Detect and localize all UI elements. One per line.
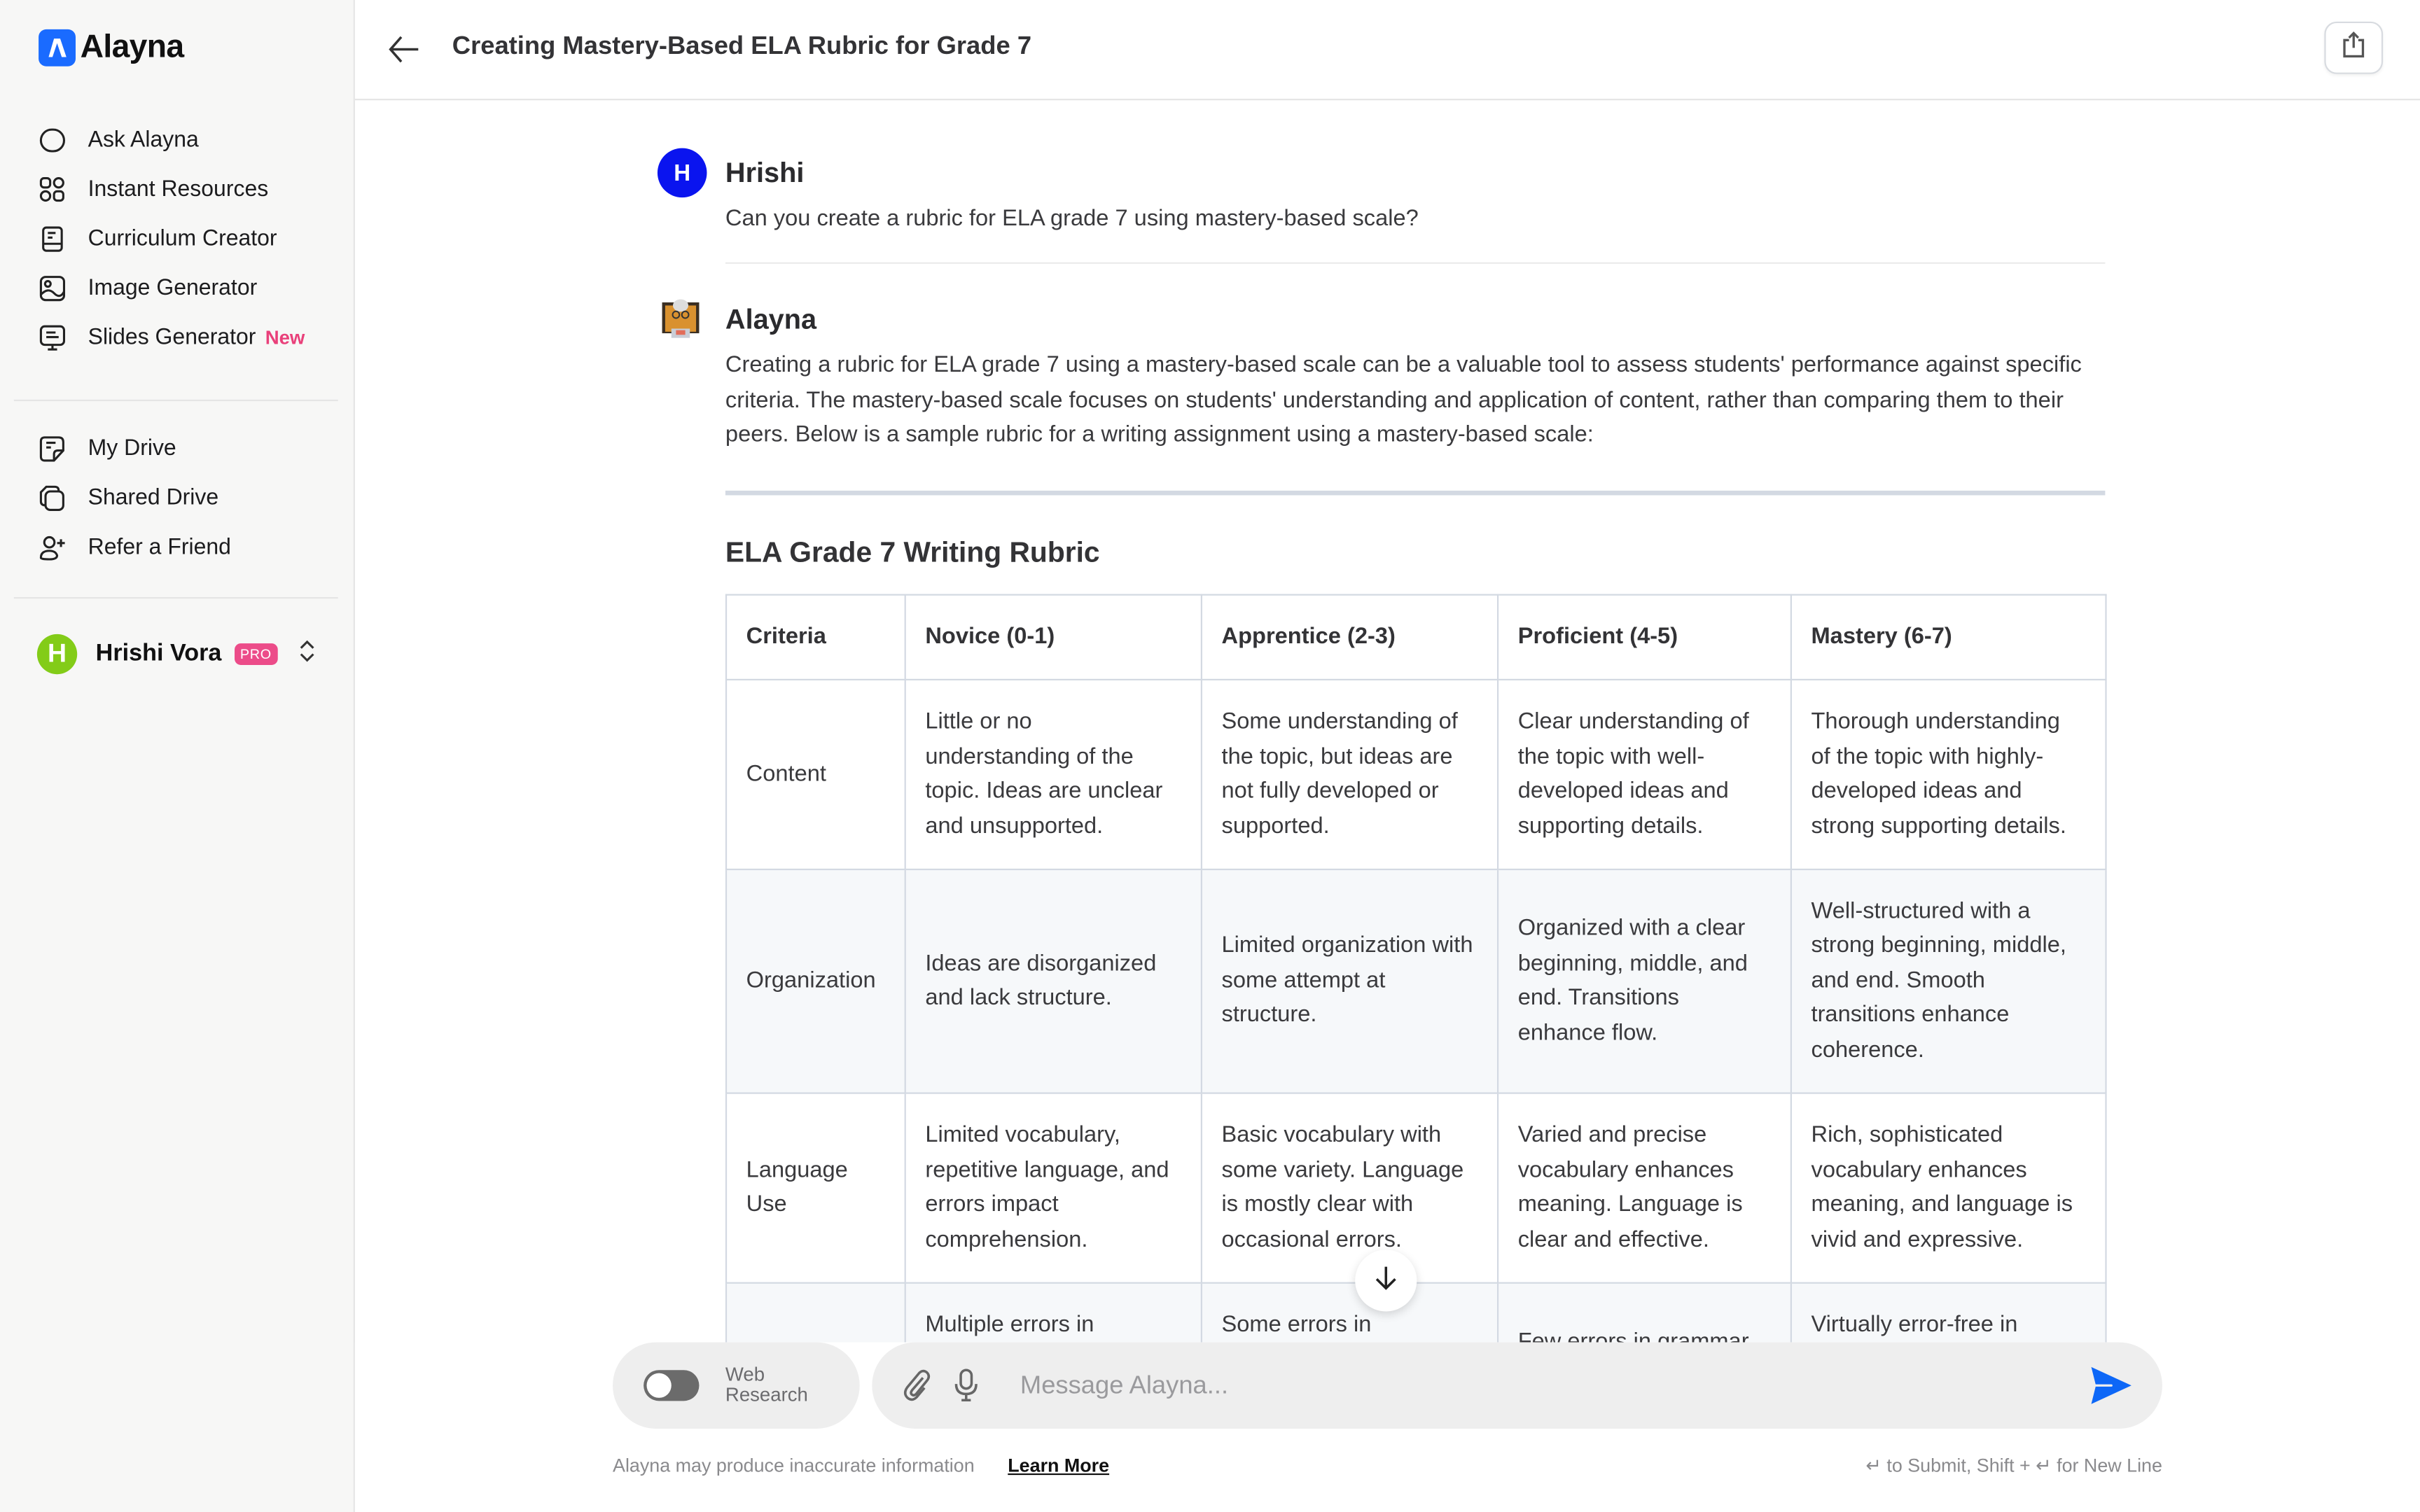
- sidebar: Alayna Ask Alayna Instant Resources Curr…: [0, 0, 355, 1512]
- app-logo[interactable]: Alayna: [39, 29, 185, 66]
- message-input[interactable]: [1017, 1369, 2089, 1402]
- rubric-title: ELA Grade 7 Writing Rubric: [725, 535, 1100, 568]
- sidebar-item-shared-drive[interactable]: Shared Drive: [37, 474, 331, 524]
- sidebar-item-label: Shared Drive: [88, 486, 219, 511]
- sidebar-divider: [13, 399, 338, 402]
- sidebar-item-my-drive[interactable]: My Drive: [37, 424, 331, 474]
- chat-bubble-icon: [37, 125, 68, 156]
- table-cell: Organization: [724, 868, 905, 1094]
- sidebar-item-label: Slides Generator: [88, 326, 256, 351]
- sidebar-item-instant-resources[interactable]: Instant Resources: [37, 165, 331, 215]
- column-header: Apprentice (2-3): [1199, 594, 1498, 681]
- table-header-row: Criteria Novice (0-1) Apprentice (2-3) P…: [724, 594, 2106, 681]
- table-cell: Varied and precise vocabulary enhances m…: [1496, 1092, 1791, 1284]
- book-icon: [37, 224, 68, 255]
- sidebar-divider: [13, 596, 338, 599]
- learn-more-link[interactable]: Learn More: [1008, 1455, 1109, 1476]
- table-cell: Well-structured with a strong beginning,…: [1789, 868, 2106, 1094]
- table-cell: Little or no understanding of the topic.…: [903, 678, 1202, 871]
- note-icon: [37, 433, 68, 464]
- web-research-label-line: Research: [725, 1384, 808, 1406]
- sidebar-item-label: Curriculum Creator: [88, 227, 277, 252]
- user-name: Hrishi Vora: [95, 640, 222, 667]
- sidebar-item-label: My Drive: [88, 436, 176, 462]
- assistant-message-header: Alayna: [659, 296, 816, 342]
- table-cell: Limited organization with some attempt a…: [1199, 868, 1498, 1094]
- page-title: Creating Mastery-Based ELA Rubric for Gr…: [452, 32, 1032, 60]
- chat-header: Creating Mastery-Based ELA Rubric for Gr…: [354, 0, 2420, 101]
- table-row: Organization Ideas are disorganized and …: [724, 868, 2106, 1094]
- rubric-table: Criteria Novice (0-1) Apprentice (2-3) P…: [724, 594, 2106, 1474]
- send-button[interactable]: [2088, 1362, 2134, 1408]
- sender-name: Hrishi: [725, 156, 805, 188]
- horizontal-rule: [725, 490, 2106, 496]
- sidebar-item-label: Refer a Friend: [88, 535, 231, 561]
- arrow-down-icon: [1372, 1263, 1400, 1298]
- table-cell: Basic vocabulary with some variety. Lang…: [1199, 1092, 1498, 1284]
- pro-badge: PRO: [234, 643, 278, 665]
- user-menu[interactable]: H Hrishi Vora PRO: [36, 634, 331, 675]
- primary-nav: Ask Alayna Instant Resources Curriculum …: [37, 115, 331, 363]
- new-badge: New: [265, 327, 305, 349]
- sender-name: Alayna: [725, 303, 817, 335]
- sidebar-item-curriculum-creator[interactable]: Curriculum Creator: [37, 214, 331, 264]
- share-icon: [2342, 30, 2366, 66]
- alayna-logo-icon: [39, 29, 76, 66]
- sidebar-item-refer-a-friend[interactable]: Refer a Friend: [37, 523, 331, 573]
- column-header: Mastery (6-7): [1789, 594, 2106, 681]
- microphone-icon[interactable]: [950, 1368, 983, 1402]
- web-research-toggle[interactable]: [644, 1370, 700, 1401]
- user-avatar: H: [657, 148, 707, 198]
- paperclip-icon[interactable]: [900, 1368, 933, 1402]
- sidebar-item-label: Image Generator: [88, 276, 258, 301]
- assistant-intro-text: Creating a rubric for ELA grade 7 using …: [725, 353, 2082, 448]
- user-message-text: Can you create a rubric for ELA grade 7 …: [725, 206, 1419, 232]
- message-composer: [872, 1342, 2162, 1429]
- alayna-avatar-icon: [659, 296, 705, 342]
- table-cell: Thorough understanding of the topic with…: [1789, 678, 2106, 871]
- web-research-toggle-group: Web Research: [613, 1342, 860, 1429]
- table-cell: Rich, sophisticated vocabulary enhances …: [1789, 1092, 2106, 1284]
- disclaimer-text: Alayna may produce inaccurate informatio…: [613, 1455, 975, 1477]
- table-cell: Clear understanding of the topic with we…: [1496, 678, 1791, 871]
- arrow-left-icon[interactable]: [386, 31, 423, 68]
- web-research-label-line: Web: [725, 1364, 765, 1386]
- column-header: Novice (0-1): [903, 594, 1202, 681]
- table-cell: Language Use: [724, 1092, 905, 1284]
- table-cell: Some understanding of the topic, but ide…: [1199, 678, 1498, 871]
- table-cell: Organized with a clear beginning, middle…: [1496, 868, 1791, 1094]
- app-name: Alayna: [80, 29, 185, 65]
- table-row: Language Use Limited vocabulary, repetit…: [724, 1092, 2106, 1284]
- sidebar-item-image-generator[interactable]: Image Generator: [37, 264, 331, 314]
- table-cell: Content: [724, 678, 905, 871]
- sidebar-item-slides-generator[interactable]: Slides Generator New: [37, 313, 331, 363]
- grid-icon: [37, 174, 68, 205]
- keyboard-hint: ↵ to Submit, Shift + ↵ for New Line: [1865, 1455, 2162, 1477]
- column-header: Criteria: [724, 594, 905, 681]
- chevron-up-down-icon[interactable]: [298, 636, 316, 672]
- table-row: Content Little or no understanding of th…: [724, 678, 2106, 871]
- sidebar-item-label: Instant Resources: [88, 177, 269, 202]
- web-research-label: Web Research: [725, 1364, 808, 1406]
- stacked-docs-icon: [37, 483, 68, 514]
- column-header: Proficient (4-5): [1496, 594, 1791, 681]
- user-plus-icon: [37, 532, 68, 563]
- user-avatar: H: [36, 634, 78, 675]
- image-icon: [37, 273, 68, 304]
- message-divider: [725, 262, 2106, 264]
- table-cell: Ideas are disorganized and lack structur…: [903, 868, 1202, 1094]
- toggle-knob: [646, 1373, 672, 1398]
- secondary-nav: My Drive Shared Drive Refer a Friend: [37, 424, 331, 573]
- scroll-to-bottom-button[interactable]: [1355, 1250, 1417, 1312]
- send-icon: [2091, 1366, 2132, 1404]
- user-message-header: H Hrishi: [657, 148, 805, 198]
- app-window: Alayna Ask Alayna Instant Resources Curr…: [0, 0, 2420, 1512]
- sidebar-item-label: Ask Alayna: [88, 127, 199, 153]
- share-button[interactable]: [2324, 21, 2384, 74]
- sidebar-item-ask-alayna[interactable]: Ask Alayna: [37, 115, 331, 165]
- monitor-icon: [37, 323, 68, 354]
- table-cell: Limited vocabulary, repetitive language,…: [903, 1092, 1202, 1284]
